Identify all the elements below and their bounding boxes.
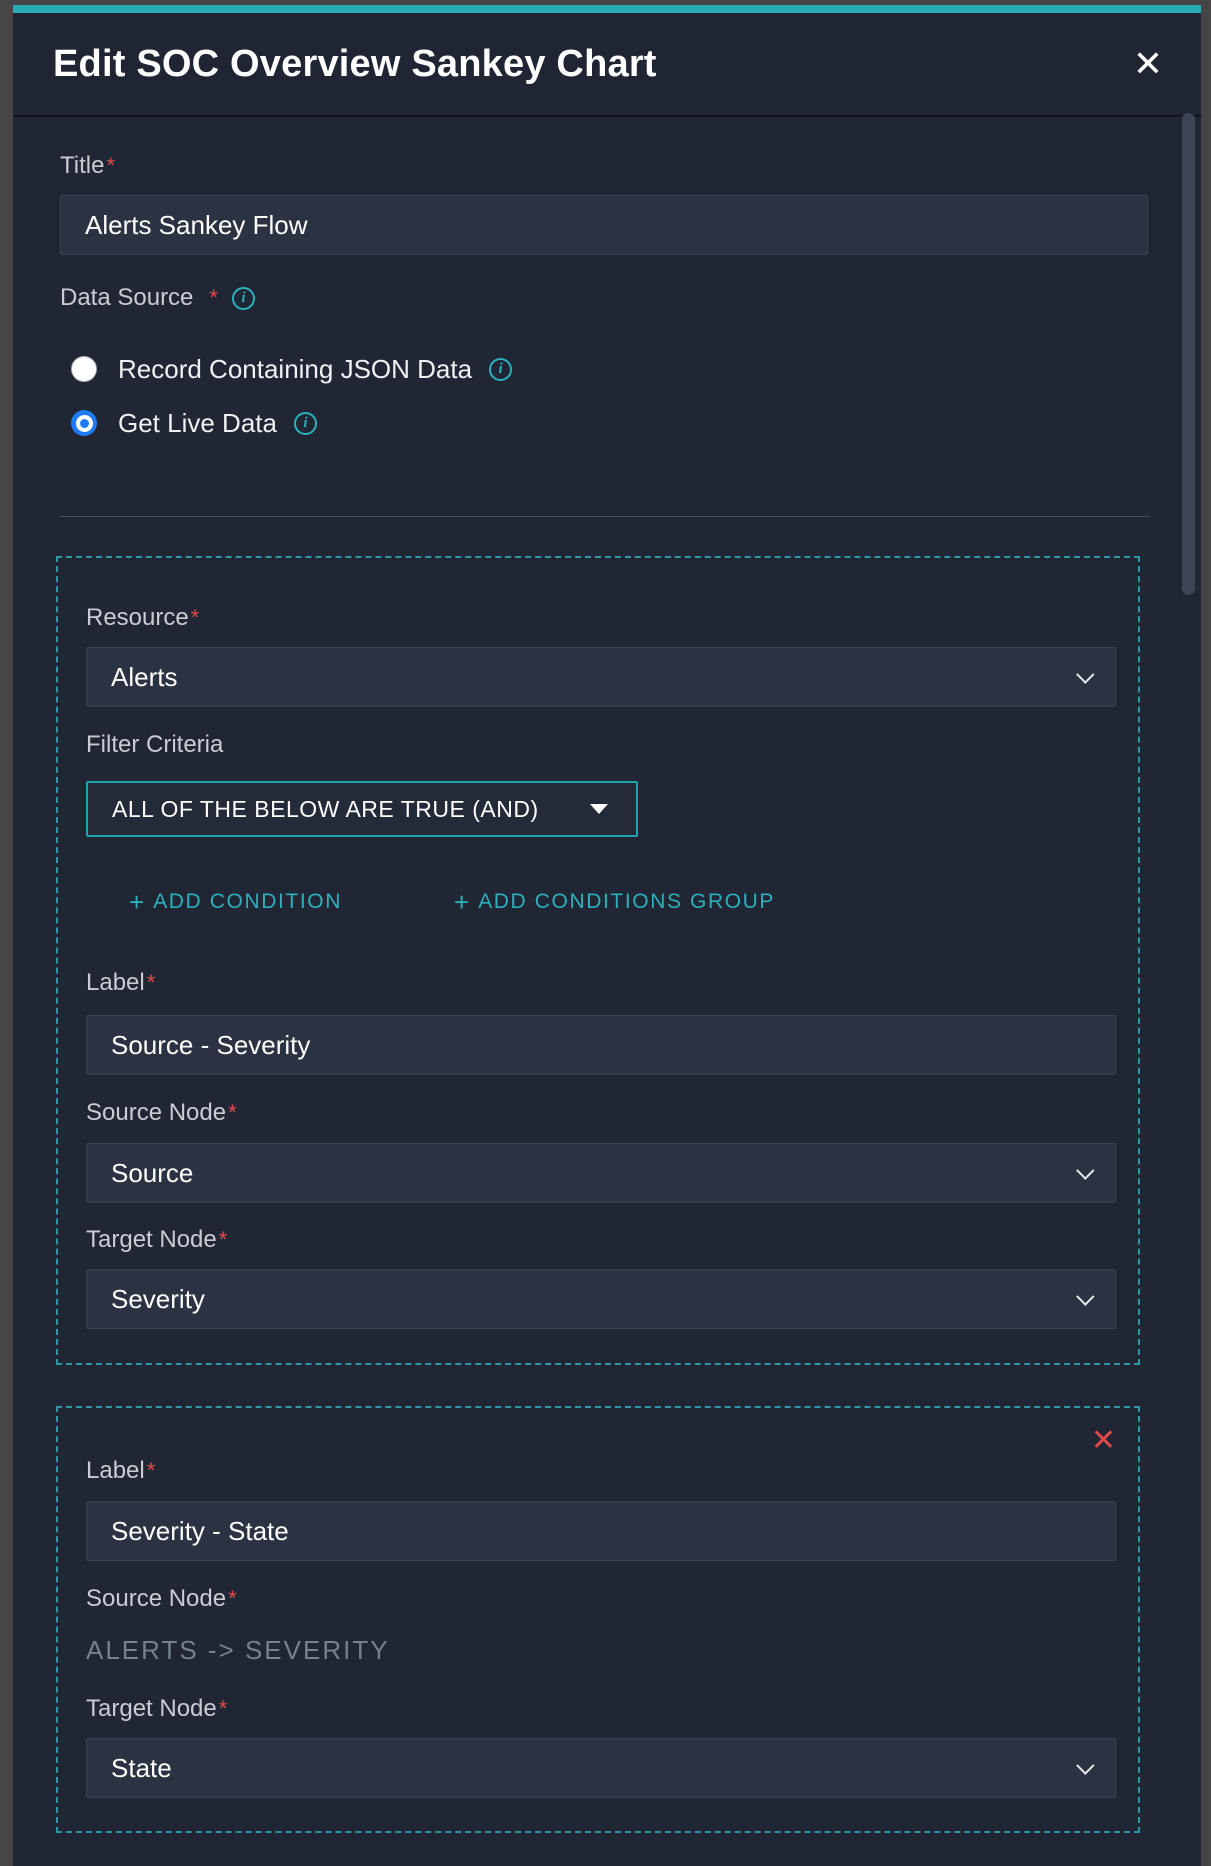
target-node-select-value: State xyxy=(111,1753,172,1784)
required-asterisk: * xyxy=(147,970,156,995)
link-config-group-2: ✕ Label* Source Node* ALERTS -> SEVERITY… xyxy=(56,1406,1140,1833)
source-node-select[interactable]: Source xyxy=(86,1143,1116,1203)
target-node-label: Target Node* xyxy=(86,1226,1110,1254)
add-conditions-group-button[interactable]: + ADD CONDITIONS GROUP xyxy=(454,887,775,918)
resource-label: Resource* xyxy=(86,604,1110,632)
scrollbar-thumb[interactable] xyxy=(1182,113,1195,595)
close-icon[interactable]: ✕ xyxy=(1133,46,1163,82)
radio-label: Get Live Data xyxy=(118,408,277,439)
chevron-down-icon xyxy=(1076,665,1094,683)
target-node-label-text: Target Node xyxy=(86,1695,217,1722)
label-field-label: Label* xyxy=(86,969,1110,997)
radio-unselected-icon[interactable] xyxy=(71,356,97,382)
source-node-label: Source Node* xyxy=(86,1585,1110,1613)
label-input[interactable] xyxy=(86,1015,1116,1075)
required-asterisk: * xyxy=(106,153,115,178)
target-node-label-text: Target Node xyxy=(86,1226,217,1253)
label-input-2[interactable] xyxy=(86,1501,1116,1561)
radio-label: Record Containing JSON Data xyxy=(118,354,472,385)
resource-label-text: Resource xyxy=(86,604,189,631)
info-icon[interactable]: i xyxy=(294,412,317,435)
target-node-label: Target Node* xyxy=(86,1695,1110,1723)
title-field-label: Title* xyxy=(60,152,1151,180)
query-config-group: Resource* Alerts Filter Criteria ALL OF … xyxy=(56,556,1140,1365)
required-asterisk: * xyxy=(209,285,218,311)
data-source-label-row: Data Source * i xyxy=(60,284,1151,312)
source-node-static-value: ALERTS -> SEVERITY xyxy=(86,1635,1110,1665)
filter-criteria-label: Filter Criteria xyxy=(86,731,1110,759)
modal-content: Title* Data Source * i Record Containing… xyxy=(13,152,1201,1866)
plus-icon: + xyxy=(454,887,469,918)
remove-link-icon[interactable]: ✕ xyxy=(1091,1426,1116,1456)
resource-select[interactable]: Alerts xyxy=(86,647,1116,707)
label-field-label: Label* xyxy=(86,1457,1110,1485)
condition-links-row: + ADD CONDITION + ADD CONDITIONS GROUP xyxy=(86,889,1110,915)
required-asterisk: * xyxy=(228,1586,237,1611)
title-input[interactable] xyxy=(60,195,1148,255)
edit-sankey-chart-modal: Edit SOC Overview Sankey Chart ✕ Title* … xyxy=(13,5,1201,1866)
required-asterisk: * xyxy=(228,1100,237,1125)
section-divider xyxy=(60,516,1150,517)
resource-select-value: Alerts xyxy=(111,662,177,693)
title-label-text: Title xyxy=(60,152,104,179)
label-label-text: Label xyxy=(86,1457,145,1484)
chevron-down-icon xyxy=(1076,1161,1094,1179)
data-source-label: Data Source xyxy=(60,284,193,312)
info-icon[interactable]: i xyxy=(489,358,512,381)
required-asterisk: * xyxy=(219,1696,228,1721)
source-node-label: Source Node* xyxy=(86,1099,1110,1127)
chevron-down-icon xyxy=(1076,1287,1094,1305)
chevron-down-icon xyxy=(1076,1756,1094,1774)
radio-ring xyxy=(76,415,93,432)
triangle-down-icon xyxy=(590,804,608,814)
radio-dot xyxy=(80,419,89,428)
target-node-select-value: Severity xyxy=(111,1284,205,1315)
radio-selected-icon[interactable] xyxy=(71,410,97,436)
target-node-select-2[interactable]: State xyxy=(86,1738,1116,1798)
modal-header: Edit SOC Overview Sankey Chart ✕ xyxy=(13,13,1201,117)
plus-icon: + xyxy=(129,887,144,918)
add-condition-label: ADD CONDITION xyxy=(153,890,342,914)
radio-option-get-live-data[interactable]: Get Live Data i xyxy=(71,408,1151,438)
source-node-label-text: Source Node xyxy=(86,1099,226,1126)
add-conditions-group-label: ADD CONDITIONS GROUP xyxy=(478,890,775,914)
info-icon[interactable]: i xyxy=(232,287,255,310)
source-node-label-text: Source Node xyxy=(86,1585,226,1612)
modal-title: Edit SOC Overview Sankey Chart xyxy=(53,43,657,86)
filter-criteria-select[interactable]: ALL OF THE BELOW ARE TRUE (AND) xyxy=(86,781,638,837)
label-label-text: Label xyxy=(86,969,145,996)
required-asterisk: * xyxy=(147,1458,156,1483)
target-node-select[interactable]: Severity xyxy=(86,1269,1116,1329)
required-asterisk: * xyxy=(219,1227,228,1252)
source-node-select-value: Source xyxy=(111,1158,193,1189)
required-asterisk: * xyxy=(191,605,200,630)
radio-option-record-json[interactable]: Record Containing JSON Data i xyxy=(71,354,1151,384)
add-condition-button[interactable]: + ADD CONDITION xyxy=(129,887,342,918)
filter-criteria-value: ALL OF THE BELOW ARE TRUE (AND) xyxy=(112,796,539,823)
